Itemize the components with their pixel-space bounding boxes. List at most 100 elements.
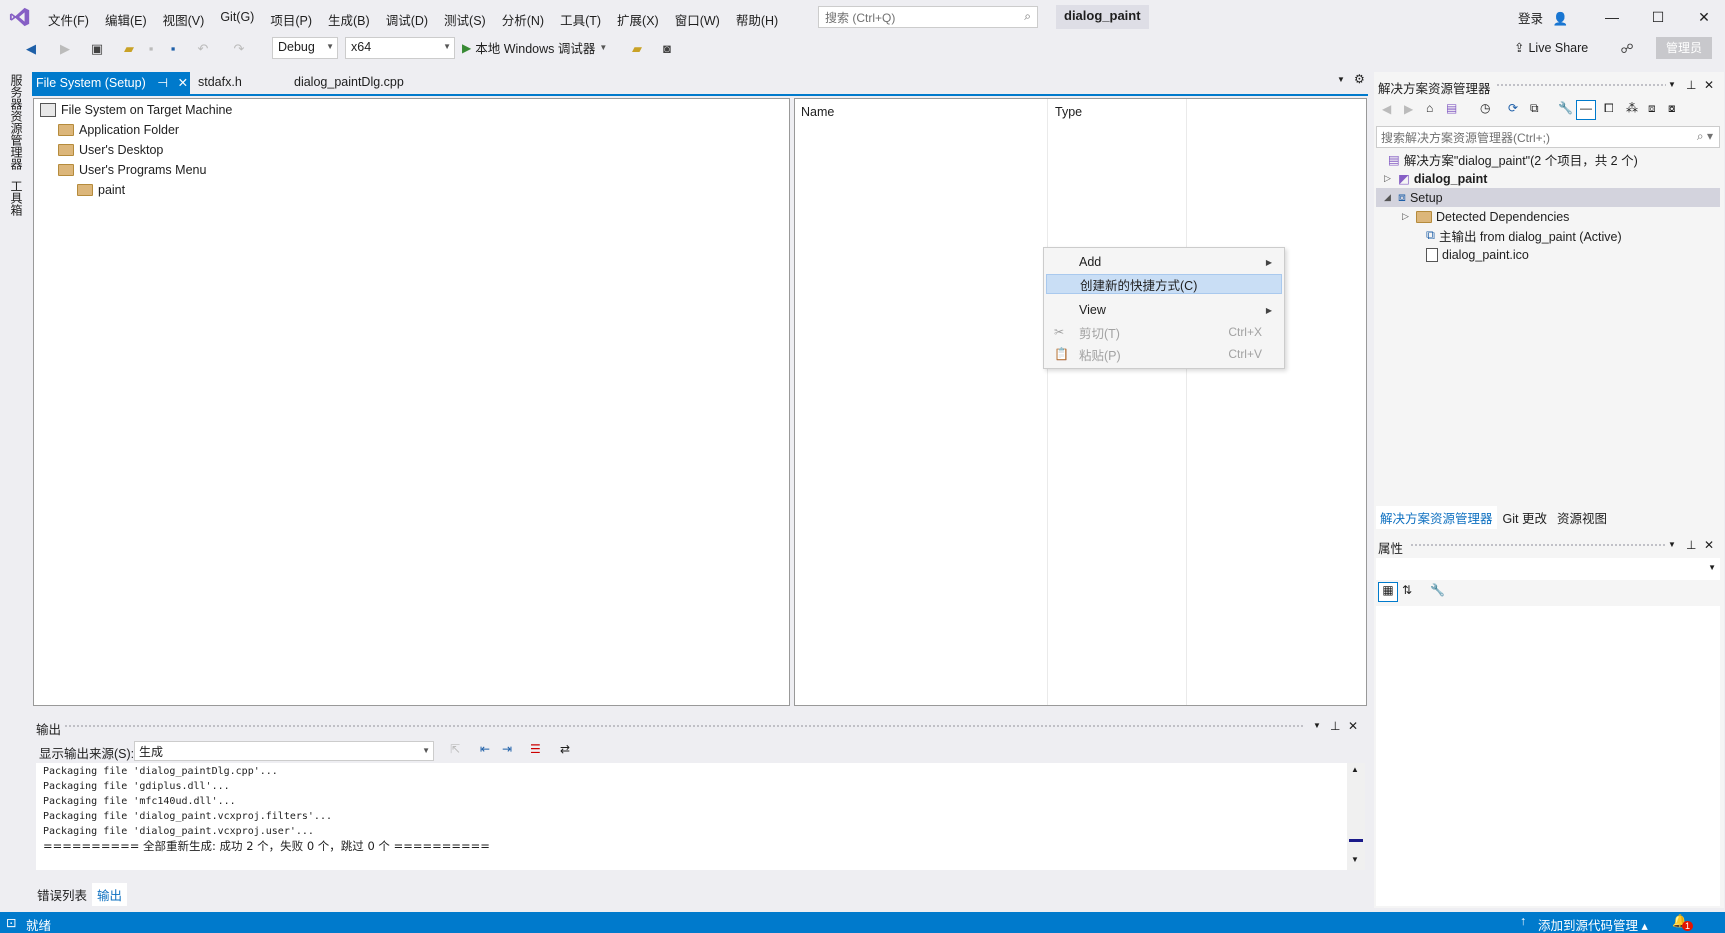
categorized-icon[interactable]: ▦ [1378,582,1398,602]
redo-icon[interactable]: ↷ [230,40,248,58]
back-icon[interactable]: ◀ [1382,102,1391,116]
property-pages-icon[interactable]: 🔧 [1430,583,1445,597]
tree-item-application-folder[interactable]: Application Folder [58,120,179,140]
forward-icon[interactable]: ▶ [1404,102,1413,116]
tab-file-system-setup[interactable]: File System (Setup) ⊣ ✕ [32,72,190,94]
output-text-area[interactable]: Packaging file 'dialog_paintDlg.cpp'... P… [36,763,1347,870]
tab-stdafx-h[interactable]: stdafx.h [194,72,246,94]
output-source-dropdown[interactable]: 生成 ▼ [134,741,434,761]
class-view-icon[interactable]: ⁂ [1626,101,1638,115]
browse-folder-icon[interactable]: ▰ [628,40,646,58]
tree-project-dialog-paint[interactable]: ▷ ◩ dialog_paint [1384,169,1487,188]
menu-build[interactable]: 生成(B) [320,8,378,31]
save-all-icon[interactable]: ▪ [164,40,182,58]
menu-window[interactable]: 窗口(W) [667,8,728,31]
close-icon[interactable]: ✕ [1704,78,1714,92]
column-header-type[interactable]: Type [1055,105,1082,119]
tree-item-users-desktop[interactable]: User's Desktop [58,140,163,160]
tree-item-dialog-paint-ico[interactable]: dialog_paint.ico [1426,245,1529,264]
start-debugging-button[interactable]: ▶ 本地 Windows 调试器 ▼ [462,38,607,57]
forward-icon[interactable]: ▶ [56,40,74,58]
pending-changes-icon[interactable]: ◷ [1480,101,1490,115]
menu-file[interactable]: 文件(F) [40,8,97,31]
tree-solution-root[interactable]: ▤ 解决方案"dialog_paint"(2 个项目，共 2 个) [1388,150,1638,169]
prev-message-icon[interactable]: ⇤ [480,742,490,756]
show-files-icon[interactable]: ⧠ [1604,101,1614,116]
file-system-list-pane[interactable]: Name Type [794,98,1367,706]
back-icon[interactable]: ◀ [22,40,40,58]
properties-wrench-icon[interactable]: 🔧 [1558,101,1573,115]
close-icon[interactable]: ✕ [178,76,188,90]
menu-debug[interactable]: 调试(D) [378,8,436,31]
maximize-button[interactable]: ☐ [1638,4,1678,30]
menu-item-view[interactable]: View ▶ [1046,300,1282,320]
tree-item-paint[interactable]: paint [77,180,125,200]
tab-solution-explorer[interactable]: 解决方案资源管理器 [1376,506,1497,529]
menu-project[interactable]: 项目(P) [262,8,320,31]
visual-studio-logo-icon[interactable] [8,6,32,28]
add-source-control-button[interactable]: 添加到源代码管理 ▴ [1538,915,1648,933]
menu-view[interactable]: 视图(V) [155,8,213,31]
save-icon[interactable]: ▪ [142,40,160,58]
pin-icon[interactable]: ⊥ [1686,78,1696,92]
menu-edit[interactable]: 编辑(E) [97,8,155,31]
settings-gear-icon[interactable]: ⚙ [1354,72,1365,86]
platform-dropdown[interactable]: x64 ▼ [345,37,455,59]
configuration-dropdown[interactable]: Debug ▼ [272,37,338,59]
column-header-name[interactable]: Name [801,105,834,119]
tab-dialog-paintdlg-cpp[interactable]: dialog_paintDlg.cpp [290,72,408,94]
close-window-button[interactable]: ✕ [1684,4,1724,30]
switch-views-icon[interactable]: ▤ [1446,101,1457,115]
alphabetical-icon[interactable]: ⇅ [1402,583,1412,597]
tab-output[interactable]: 输出 [92,883,128,906]
scroll-thumb[interactable] [1349,839,1363,842]
collapse-all-icon[interactable]: ⧉ [1530,101,1539,116]
tab-overflow-icon[interactable]: ▼ [1337,75,1345,84]
menu-item-cut[interactable]: ✂ 剪切(T) Ctrl+X [1046,322,1282,342]
panel-menu-icon[interactable]: ▼ [1668,80,1676,89]
global-search-input[interactable]: 搜索 (Ctrl+Q) ⌕ [818,6,1038,28]
menu-analyze[interactable]: 分析(N) [494,8,552,31]
expand-arrow-icon[interactable]: ▷ [1384,173,1394,184]
tree-item-primary-output[interactable]: ⧉ 主输出 from dialog_paint (Active) [1426,226,1622,245]
minimize-button[interactable]: — [1592,4,1632,30]
preview-icon[interactable]: — [1576,100,1596,120]
tab-git-changes[interactable]: Git 更改 [1499,506,1551,529]
panel-menu-icon[interactable]: ▼ [1668,540,1676,549]
panel-menu-icon[interactable]: ▼ [1313,721,1321,730]
menu-git[interactable]: Git(G) [212,8,262,31]
properties-object-dropdown[interactable]: ▼ [1376,558,1720,580]
scroll-down-icon[interactable]: ▼ [1351,855,1359,864]
output-scrollbar[interactable]: ▲ ▼ [1347,763,1365,870]
tab-resource-view[interactable]: 资源视图 [1553,506,1611,529]
toolbox-tab[interactable]: 工具箱 [8,180,25,216]
menu-test[interactable]: 测试(S) [436,8,494,31]
server-explorer-tab[interactable]: 服务器资源管理器 [8,74,25,170]
pin-icon[interactable]: ⊣ [157,76,168,90]
menu-tools[interactable]: 工具(T) [552,8,609,31]
scroll-up-icon[interactable]: ▲ [1351,765,1359,774]
close-icon[interactable]: ✕ [1704,538,1714,552]
refresh-icon[interactable]: ⟳ [1508,101,1518,115]
menu-extensions[interactable]: 扩展(X) [609,8,667,31]
tree-root-target-machine[interactable]: File System on Target Machine [40,100,232,120]
properties-grid[interactable] [1376,606,1720,906]
login-button[interactable]: 登录 👤 [1518,8,1568,27]
live-share-button[interactable]: ⇪ Live Share [1514,40,1588,56]
open-file-icon[interactable]: ▰ [120,40,138,58]
feedback-icon[interactable]: ☍ [1618,40,1636,58]
new-project-icon[interactable]: ▣ [88,40,106,58]
menu-help[interactable]: 帮助(H) [728,8,786,31]
tree-item-users-programs-menu[interactable]: User's Programs Menu [58,160,206,180]
pin-icon[interactable]: ⊥ [1686,538,1696,552]
clear-all-icon[interactable]: ☰ [530,742,541,756]
tab-error-list[interactable]: 错误列表 [32,883,92,906]
close-icon[interactable]: ✕ [1348,719,1358,733]
tree-item-detected-dependencies[interactable]: ▷ Detected Dependencies [1402,207,1569,226]
expand-arrow-icon[interactable]: ▷ [1402,211,1412,222]
next-message-icon[interactable]: ⇥ [502,742,512,756]
tree-project-setup[interactable]: ◢ ⧈ Setup [1376,188,1720,207]
collapse-arrow-icon[interactable]: ◢ [1384,192,1394,203]
home-icon[interactable]: ⌂ [1426,101,1433,115]
new-view-icon[interactable]: ⧇ [1668,101,1676,116]
